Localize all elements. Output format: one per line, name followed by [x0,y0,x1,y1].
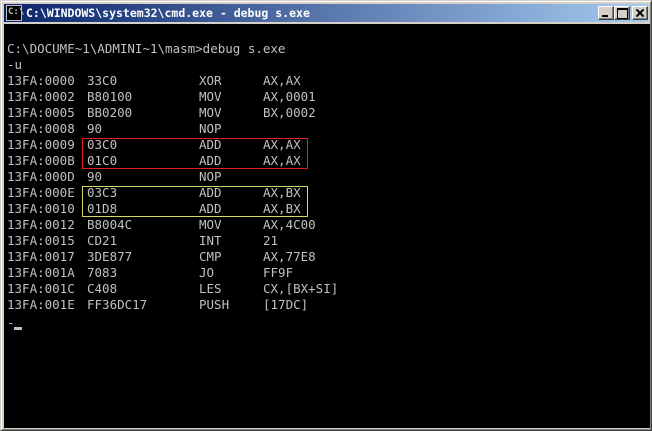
operands: AX,4C00 [263,217,316,232]
cmd-prompt-icon-glyph: C:\ [8,7,25,17]
minimize-icon[interactable] [598,6,614,20]
machine-code: 7083 [87,265,118,280]
machine-code: 33C0 [87,73,118,88]
operands: CX,[BX+SI] [263,281,339,296]
address: 13FA:0009 [7,137,75,152]
machine-code: B8004C [87,217,133,232]
address: 13FA:0002 [7,89,75,104]
mnemonic: XOR [199,73,222,88]
operands: [17DC] [263,297,309,312]
machine-code: B80100 [87,89,133,104]
mnemonic: NOP [199,169,222,184]
address: 13FA:0015 [7,233,75,248]
operands: AX,AX [263,73,301,88]
maximize-icon[interactable] [614,6,630,20]
address: 13FA:000E [7,185,75,200]
mnemonic: MOV [199,105,222,120]
address: 13FA:0010 [7,201,75,216]
mnemonic: CMP [199,249,222,264]
command-line: C:\DOCUME~1\ADMINI~1\masm>debug s.exe [7,41,286,56]
title-bar[interactable]: C:\ C:\WINDOWS\system32\cmd.exe - debug … [4,4,648,22]
machine-code: 90 [87,121,103,136]
address: 13FA:0008 [7,121,75,136]
operands: 21 [263,233,279,248]
operands: FF9F [263,265,294,280]
operands: BX,0002 [263,105,316,120]
mnemonic: MOV [199,89,222,104]
address: 13FA:001A [7,265,75,280]
machine-code: FF36DC17 [87,297,148,312]
console-output[interactable]: C:\DOCUME~1\ADMINI~1\masm>debug s.exe -u… [4,24,650,428]
mnemonic: LES [199,281,222,296]
address: 13FA:000B [7,153,75,168]
machine-code: BB0200 [87,105,133,120]
close-icon[interactable] [632,6,648,20]
machine-code: 3DE877 [87,249,133,264]
address: 13FA:001C [7,281,75,296]
machine-code: 90 [87,169,103,184]
mnemonic: INT [199,233,222,248]
mnemonic: JO [199,265,215,280]
address: 13FA:0012 [7,217,75,232]
yellow-highlight-box [82,186,308,217]
text-cursor [14,327,22,330]
address: 13FA:0005 [7,105,75,120]
debug-command: -u [7,57,23,72]
address: 13FA:0000 [7,73,75,88]
cmd-prompt-icon[interactable]: C:\ [6,5,25,21]
red-highlight-box [82,138,308,169]
operands: AX,0001 [263,89,316,104]
address: 13FA:000D [7,169,75,184]
window-title: C:\WINDOWS\system32\cmd.exe - debug s.ex… [26,6,310,20]
mnemonic: PUSH [199,297,230,312]
address: 13FA:001E [7,297,75,312]
machine-code: CD21 [87,233,118,248]
operands: AX,77E8 [263,249,316,264]
mnemonic: NOP [199,121,222,136]
cmd-window: C:\ C:\WINDOWS\system32\cmd.exe - debug … [0,0,652,431]
mnemonic: MOV [199,217,222,232]
machine-code: C408 [87,281,118,296]
address: 13FA:0017 [7,249,75,264]
